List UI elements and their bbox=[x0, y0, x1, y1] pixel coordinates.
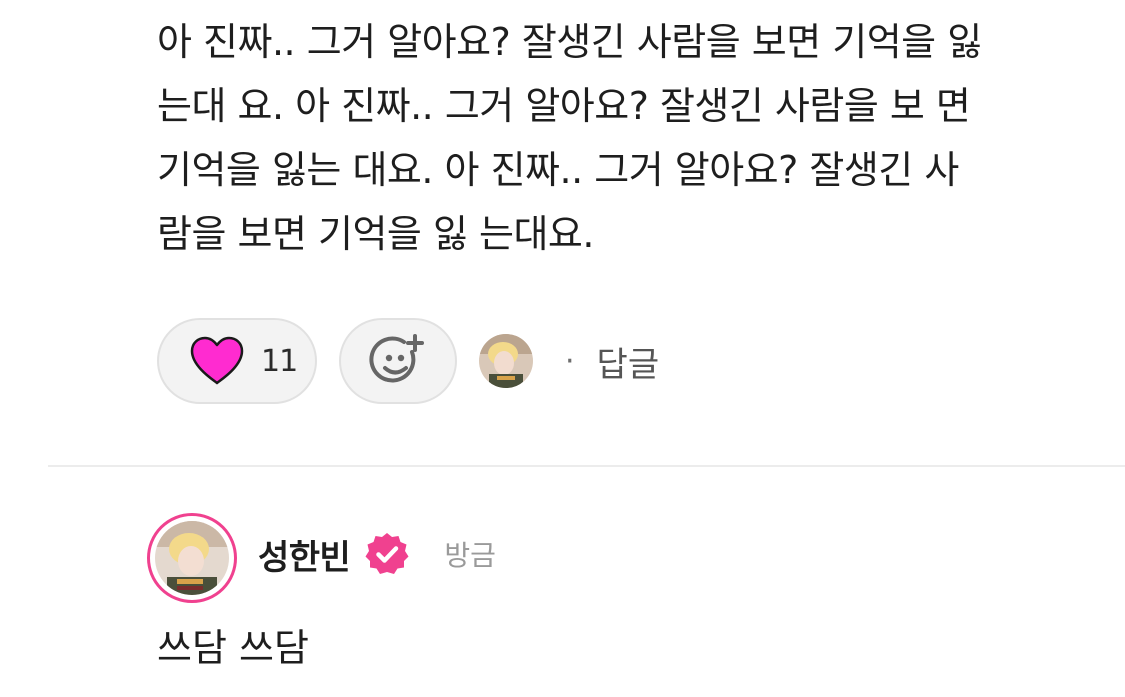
verified-badge-icon bbox=[365, 533, 409, 574]
reply-author-name[interactable]: 성한빈 bbox=[258, 530, 351, 579]
comment-line: 아 진짜.. 그거 알아요? 잘생긴 사람을 보면 기억을 잃 bbox=[157, 20, 982, 64]
avatar-image bbox=[155, 521, 229, 595]
separator-dot: · bbox=[565, 343, 575, 379]
reply-text: 쓰담 쓰담 bbox=[157, 626, 309, 670]
comment-body: 아 진짜.. 그거 알아요? 잘생긴 사람을 보면 기억을 잃 는대 요. 아 … bbox=[157, 10, 1087, 266]
avatar-image bbox=[479, 334, 533, 388]
comment-line: 는대 요. 아 진짜.. 그거 알아요? 잘생긴 사람을 보 면 bbox=[157, 84, 971, 128]
like-button[interactable]: 11 bbox=[157, 318, 317, 404]
liker-avatar[interactable] bbox=[479, 334, 533, 388]
reply-author-avatar[interactable] bbox=[147, 513, 237, 603]
reply-timestamp: 방금 bbox=[444, 539, 496, 572]
like-count: 11 bbox=[261, 343, 298, 379]
reply-header: 성한빈 방금 bbox=[258, 524, 496, 584]
heart-icon bbox=[190, 336, 244, 385]
comment-line: 람을 보면 기억을 잃 는대요. bbox=[157, 212, 594, 256]
divider bbox=[48, 465, 1125, 467]
comment-line: 기억을 잃는 대요. 아 진짜.. 그거 알아요? 잘생긴 사 bbox=[157, 148, 959, 192]
comment-actions: 11 · 답글 bbox=[157, 317, 659, 405]
add-emoji-icon bbox=[369, 334, 424, 383]
reply-link[interactable]: 답글 bbox=[597, 337, 660, 386]
add-reaction-button[interactable] bbox=[339, 318, 457, 404]
